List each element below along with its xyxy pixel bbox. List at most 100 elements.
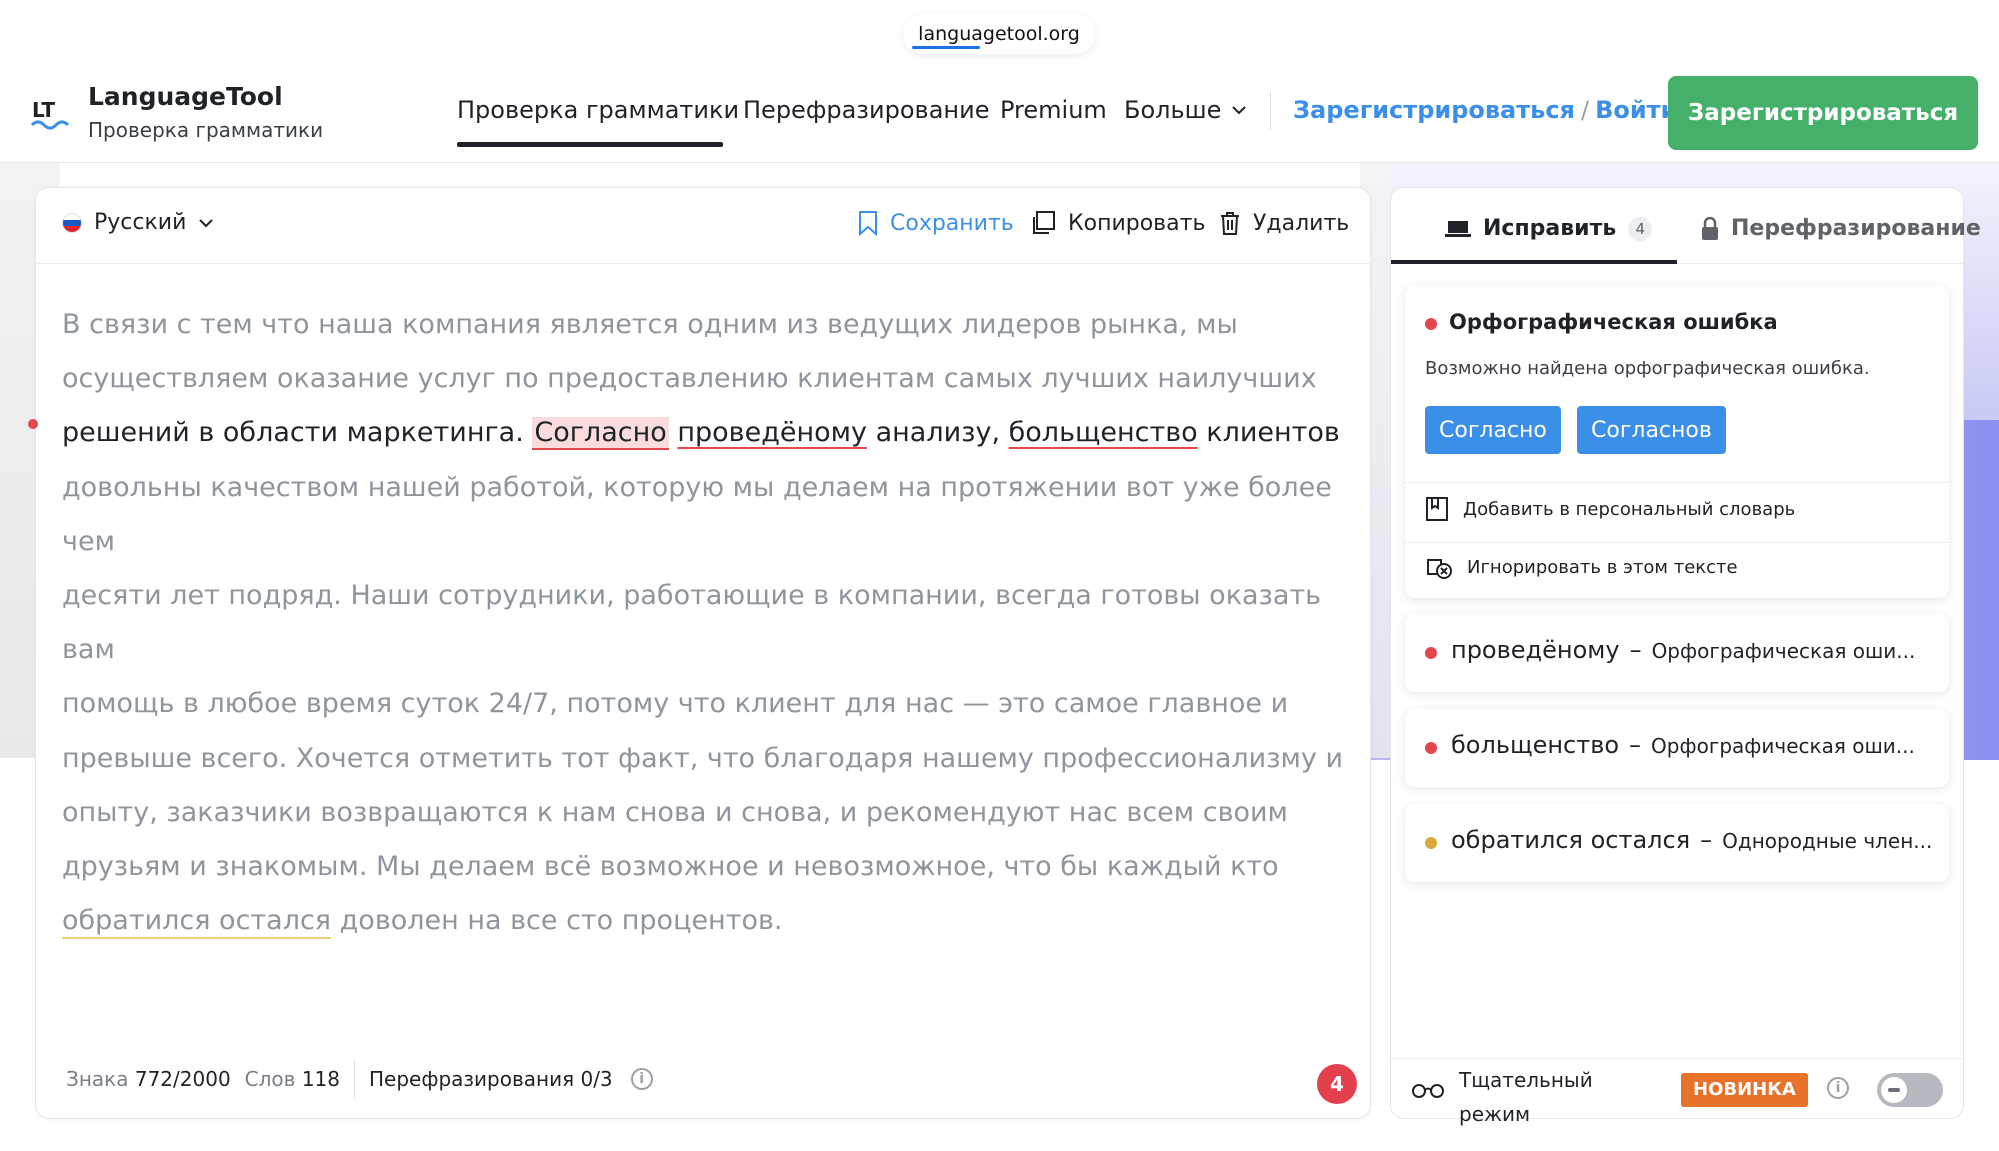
site-header: LT LanguageTool Проверка грамматики Пров… bbox=[0, 60, 1999, 163]
error-dot bbox=[1425, 318, 1437, 330]
suggestion-button[interactable]: Согласно bbox=[1425, 406, 1561, 454]
style-dot bbox=[1425, 837, 1437, 849]
russia-flag-icon bbox=[62, 212, 82, 233]
rephrase-count-value: 0/3 bbox=[580, 1067, 613, 1091]
languagetool-logo-icon[interactable]: LT bbox=[30, 95, 70, 135]
text-editor[interactable]: В связи с тем что наша компания является… bbox=[62, 298, 1352, 948]
delete-label: Удалить bbox=[1253, 210, 1350, 236]
text-line: десяти лет подряд. Наши сотрудники, рабо… bbox=[62, 580, 1322, 666]
error-highlight-soglasno[interactable]: Согласно bbox=[532, 417, 669, 451]
issue-card[interactable]: больщенство – Орфографическая оши... bbox=[1405, 709, 1949, 787]
svg-text:LT: LT bbox=[32, 98, 55, 122]
sidebar-footer: Тщательный режим НОВИНКА i bbox=[1391, 1058, 1963, 1126]
error-dot bbox=[1425, 742, 1437, 754]
save-label: Сохранить bbox=[890, 210, 1014, 236]
issue-category: Однородные член... bbox=[1722, 829, 1933, 853]
footer-divider bbox=[354, 1060, 355, 1098]
bookmark-icon bbox=[859, 211, 877, 236]
error-count-badge[interactable]: 4 bbox=[1317, 1064, 1357, 1104]
editor-footer: Знака 772/2000 Слов 118 Перефразирования… bbox=[66, 1060, 653, 1098]
nav-more-label: Больше bbox=[1124, 96, 1222, 124]
error-title: Орфографическая ошибка bbox=[1449, 310, 1778, 334]
rephrase-count-label: Перефразирования bbox=[369, 1067, 575, 1091]
chars-value: 772/2000 bbox=[134, 1067, 231, 1091]
error-highlight-provedyonomu[interactable]: проведёному bbox=[677, 417, 867, 448]
toggle-off-mark bbox=[1888, 1088, 1900, 1092]
error-description: Возможно найдена орфографическая ошибка. bbox=[1425, 358, 1870, 379]
thorough-mode-toggle[interactable] bbox=[1877, 1073, 1943, 1107]
issue-text: проведёному – Орфографическая оши... bbox=[1451, 636, 1915, 664]
chevron-down-icon bbox=[199, 218, 214, 227]
text-line: превыше всего. Хочется отметить тот факт… bbox=[62, 742, 1344, 774]
thorough-mode-label: Тщательный режим bbox=[1459, 1063, 1593, 1131]
words-label: Слов bbox=[244, 1067, 296, 1091]
copy-button[interactable]: Копировать bbox=[1030, 210, 1205, 236]
issue-category: Орфографическая оши... bbox=[1651, 734, 1915, 758]
editor-panel: Русский Сохранить Копировать Удалить В с… bbox=[28, 187, 1371, 1119]
nav-active-indicator bbox=[457, 142, 723, 147]
suggestions-sidebar: Исправить 4 Перефразирование Орфографиче… bbox=[1390, 187, 1981, 1126]
brand-name[interactable]: LanguageTool bbox=[88, 82, 283, 111]
ignore-button[interactable]: Игнорировать в этом тексте bbox=[1425, 554, 1738, 580]
language-select[interactable]: Русский bbox=[62, 210, 214, 235]
text-line: помощь в любое время суток 24/7, потому … bbox=[62, 688, 1289, 720]
text-segment: анализу, bbox=[867, 417, 1009, 449]
card-divider bbox=[1405, 482, 1949, 483]
suggestion-button[interactable]: Согласнов bbox=[1577, 406, 1726, 454]
save-button[interactable]: Сохранить bbox=[858, 210, 1014, 236]
delete-button[interactable]: Удалить bbox=[1219, 210, 1349, 236]
register-button[interactable]: Зарегистрироваться bbox=[1668, 76, 1978, 150]
tab-fix[interactable]: Исправить 4 bbox=[1445, 216, 1653, 241]
laptop-icon bbox=[1445, 220, 1471, 237]
issue-word: обратился остался bbox=[1451, 826, 1691, 854]
editor-toolbar: Русский Сохранить Копировать Удалить bbox=[36, 188, 1370, 264]
new-badge: НОВИНКА bbox=[1681, 1073, 1808, 1107]
info-icon[interactable]: i bbox=[630, 1068, 653, 1090]
active-line-marker bbox=[28, 419, 38, 429]
text-segment: решений в области маркетинга. bbox=[62, 417, 533, 449]
text-segment: доволен на все сто процентов. bbox=[331, 905, 783, 937]
register-link[interactable]: Зарегистрироваться bbox=[1293, 96, 1575, 124]
issue-dash: – bbox=[1629, 636, 1642, 664]
nav-rephrase[interactable]: Перефразирование bbox=[743, 96, 989, 124]
text-line: друзьям и знакомым. Мы делаем всё возмож… bbox=[62, 851, 1279, 883]
tab-fix-count: 4 bbox=[1628, 216, 1653, 241]
ignore-label: Игнорировать в этом тексте bbox=[1467, 556, 1738, 578]
copy-icon bbox=[1033, 211, 1055, 234]
issue-dash: – bbox=[1629, 731, 1642, 759]
nav-grammar-check[interactable]: Проверка грамматики bbox=[457, 96, 739, 124]
chevron-down-icon bbox=[1232, 106, 1247, 115]
issue-word: проведёному bbox=[1451, 636, 1620, 664]
text-line: обратился остался доволен на все сто про… bbox=[62, 894, 1352, 948]
thorough-mode-line: Тщательный bbox=[1459, 1068, 1593, 1092]
active-text-line: решений в области маркетинга. Согласно п… bbox=[62, 406, 1352, 460]
error-highlight-bolshenstvo[interactable]: больщенство bbox=[1009, 417, 1198, 448]
lock-icon bbox=[1702, 216, 1718, 240]
issue-text: обратился остался – Однородные член... bbox=[1451, 826, 1932, 854]
text-line: опыту, заказчики возвращаются к нам снов… bbox=[62, 796, 1288, 828]
text-line: осуществляем оказание услуг по предостав… bbox=[62, 363, 1317, 395]
style-highlight-obratilsya[interactable]: обратился остался bbox=[62, 905, 331, 936]
chars-label: Знака bbox=[66, 1067, 129, 1091]
tab-fix-label: Исправить bbox=[1483, 216, 1617, 241]
thorough-mode-line: режим bbox=[1459, 1102, 1531, 1126]
auth-separator: / bbox=[1580, 96, 1590, 124]
issue-word: больщенство bbox=[1451, 731, 1620, 759]
add-to-dictionary-button[interactable]: Добавить в персональный словарь bbox=[1425, 496, 1795, 522]
tab-rephrase[interactable]: Перефразирование bbox=[1701, 216, 1981, 241]
brand-subtitle: Проверка грамматики bbox=[88, 118, 324, 142]
login-link[interactable]: Войти bbox=[1595, 96, 1677, 124]
info-icon[interactable]: i bbox=[1827, 1077, 1849, 1099]
card-divider bbox=[1405, 542, 1949, 543]
nav-premium[interactable]: Premium bbox=[1000, 96, 1107, 124]
issue-card[interactable]: обратился остался – Однородные член... bbox=[1405, 804, 1949, 882]
url-text: languagetool.org bbox=[918, 23, 1080, 45]
issue-card[interactable]: проведёному – Орфографическая оши... bbox=[1405, 614, 1949, 692]
text-line: довольны качеством нашей работой, котору… bbox=[62, 471, 1332, 557]
active-error-card: Орфографическая ошибка Возможно найдена … bbox=[1405, 286, 1949, 598]
text-segment: клиентов bbox=[1197, 417, 1340, 449]
add-to-dictionary-label: Добавить в персональный словарь bbox=[1463, 498, 1796, 520]
issue-dash: – bbox=[1700, 826, 1713, 854]
nav-more[interactable]: Больше bbox=[1124, 96, 1247, 124]
glasses-icon bbox=[1412, 1084, 1444, 1098]
